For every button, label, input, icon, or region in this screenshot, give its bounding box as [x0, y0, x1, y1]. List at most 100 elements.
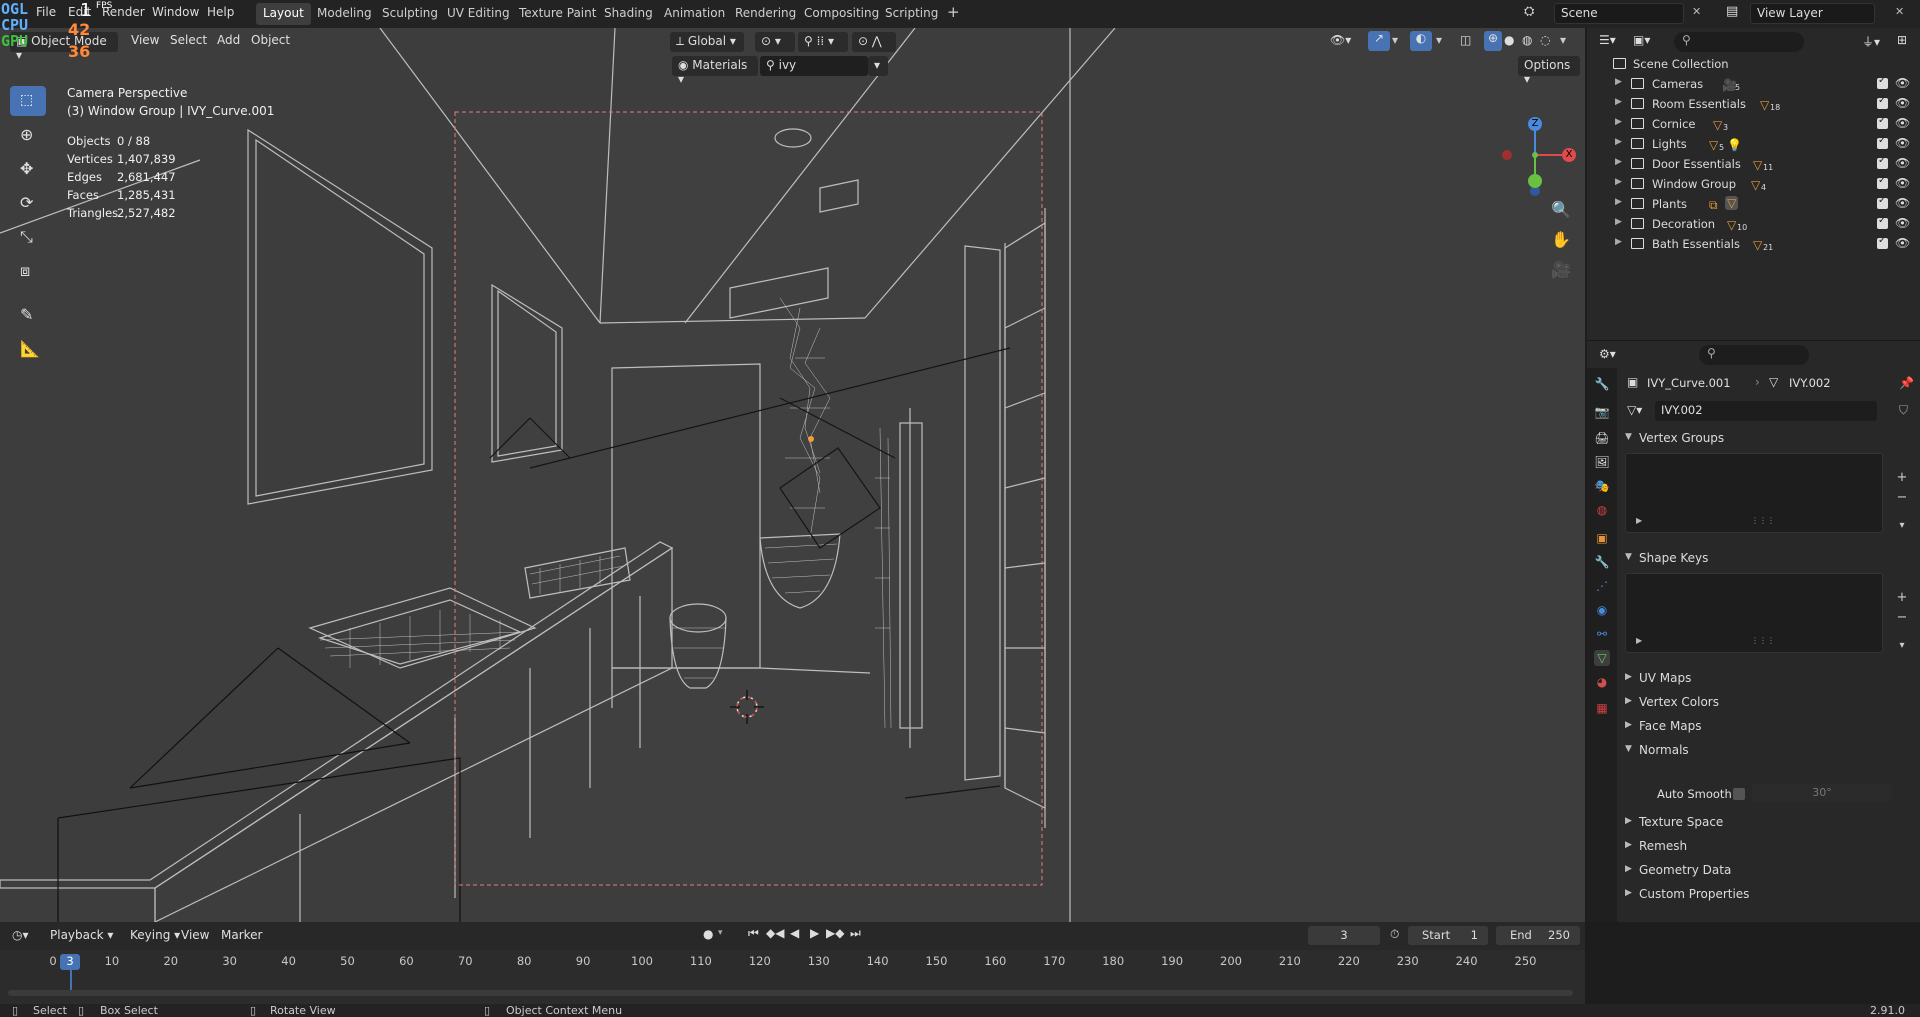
material-tab-icon[interactable]: ◕ — [1594, 674, 1610, 690]
visibility-eye-icon[interactable]: 👁 — [1895, 176, 1910, 190]
visibility-eye-icon[interactable]: 👁 — [1895, 116, 1910, 130]
preview-range-icon[interactable]: ⏱ — [1390, 927, 1399, 942]
visibility-eye-icon[interactable]: 👁 — [1895, 136, 1910, 150]
collection-row-plants[interactable]: ▶ Plants ⧉ ▽ 👁 — [1587, 194, 1920, 214]
collection-row-decoration[interactable]: ▶ Decoration ▽10 👁 — [1587, 214, 1920, 234]
shape-keys-panel-header[interactable]: ▼ Shape Keys — [1619, 548, 1915, 570]
exclude-checkbox[interactable] — [1877, 95, 1888, 109]
expand-icon[interactable]: ▶ — [1615, 97, 1622, 107]
options-button[interactable]: Options ▾ — [1518, 56, 1580, 86]
mesh-browse-icon[interactable]: ▽▾ — [1627, 403, 1642, 417]
collection-row-room-essentials[interactable]: ▶ Room Essentials ▽18 👁 — [1587, 94, 1920, 114]
timeline-view-menu[interactable]: View — [181, 928, 209, 942]
vertex-groups-list[interactable]: ▶ ⋮⋮⋮ — [1625, 453, 1883, 533]
fake-user-shield-icon[interactable]: ⛉ — [1899, 403, 1908, 418]
geometry-data-panel-header[interactable]: ▶ Geometry Data — [1619, 860, 1915, 882]
tool-tab-icon[interactable]: 🔧 — [1594, 376, 1610, 392]
vertex-colors-panel-header[interactable]: ▶ Vertex Colors — [1619, 692, 1915, 714]
timeline-editor-type-icon[interactable]: ◷▾ — [12, 928, 29, 942]
scene-collection-row[interactable]: Scene Collection — [1587, 54, 1920, 74]
visibility-eye-icon[interactable]: 👁 — [1895, 196, 1910, 210]
visibility-eye-icon[interactable]: 👁 — [1895, 236, 1910, 250]
next-keyframe-icon[interactable]: ▶◆ — [826, 926, 844, 940]
current-frame-field[interactable]: 3 — [1308, 926, 1380, 945]
collection-row-bath-essentials[interactable]: ▶ Bath Essentials ▽21 👁 — [1587, 234, 1920, 254]
pin-icon[interactable]: 📌 — [1899, 376, 1914, 390]
outliner-search-input[interactable]: ⚲ — [1674, 32, 1804, 52]
transform-tool[interactable]: ⧈ — [10, 256, 46, 286]
menu-window[interactable]: Window — [152, 5, 199, 19]
output-tab-icon[interactable]: 🖨 — [1594, 430, 1610, 446]
particles-tab-icon[interactable]: ⋰ — [1594, 578, 1610, 594]
list-resize-handle[interactable]: ⋮⋮⋮ — [1751, 516, 1775, 525]
annotate-tool[interactable]: ✎ — [10, 300, 46, 330]
record-dropdown[interactable]: ▾ — [718, 928, 723, 938]
3d-viewport[interactable]: ▣ Object Mode ▾ View Select Add Object ⟂… — [0, 28, 1585, 922]
tab-sculpting[interactable]: Sculpting — [375, 3, 445, 25]
exclude-checkbox[interactable] — [1877, 195, 1888, 209]
tab-modeling[interactable]: Modeling — [310, 3, 379, 25]
zoom-icon[interactable]: 🔍 — [1551, 200, 1571, 219]
scene-icon[interactable]: ⛭ — [1524, 4, 1534, 19]
jump-start-icon[interactable]: ⏮ — [748, 926, 759, 941]
filter-icon[interactable]: ⏚▾ — [1862, 33, 1880, 50]
scene-close-icon[interactable]: ✕ — [1692, 5, 1701, 18]
viewport-menu-add[interactable]: Add — [217, 33, 240, 52]
physics-tab-icon[interactable]: ◉ — [1594, 602, 1610, 618]
view-layer-close-icon[interactable]: ✕ — [1895, 5, 1904, 18]
exclude-checkbox[interactable] — [1877, 235, 1888, 249]
list-expand-icon[interactable]: ▶ — [1636, 516, 1642, 525]
play-reverse-icon[interactable]: ◀ — [790, 926, 799, 940]
search-dropdown[interactable]: ▾ — [868, 56, 888, 76]
gizmo-toggle-icon[interactable]: ↗ — [1368, 31, 1390, 51]
expand-icon[interactable]: ▶ — [1615, 77, 1622, 87]
expand-icon[interactable]: ▶ — [1615, 177, 1622, 187]
viewport-search-input[interactable]: ⚲ ivy — [760, 56, 868, 76]
tab-shading[interactable]: Shading — [597, 3, 660, 25]
scene-tab-icon[interactable]: 🎭 — [1594, 478, 1610, 494]
viewport-menu-select[interactable]: Select — [170, 33, 207, 52]
pivot-point-button[interactable]: ⊙ ▾ — [755, 32, 795, 52]
overlay-dropdown[interactable]: ▾ — [1436, 33, 1442, 47]
scale-tool[interactable]: ⤡ — [10, 222, 46, 252]
xray-toggle-icon[interactable]: ◫ — [1460, 33, 1471, 47]
camera-view-icon[interactable]: 🎥 — [1551, 260, 1571, 279]
shape-keys-list[interactable]: ▶ ⋮⋮⋮ — [1625, 573, 1883, 653]
tab-texture-paint[interactable]: Texture Paint — [512, 3, 603, 25]
tab-layout[interactable]: Layout — [256, 3, 311, 25]
tab-rendering[interactable]: Rendering — [728, 3, 803, 25]
world-tab-icon[interactable]: ◍ — [1594, 502, 1610, 518]
tab-scripting[interactable]: Scripting — [878, 3, 945, 25]
tab-compositing[interactable]: Compositing — [797, 3, 886, 25]
jump-end-icon[interactable]: ⏭ — [850, 926, 861, 941]
add-vertex-group-button[interactable]: + — [1894, 470, 1910, 486]
select-box-tool[interactable]: ⬚ — [10, 86, 46, 116]
transform-orientation[interactable]: ⟂ Global ▾ — [670, 32, 744, 52]
viewport-menu-object[interactable]: Object — [251, 33, 290, 52]
exclude-checkbox[interactable] — [1877, 155, 1888, 169]
proportional-edit-button[interactable]: ⊙ ⋀ — [852, 32, 896, 52]
exclude-checkbox[interactable] — [1877, 115, 1888, 129]
start-frame-field[interactable]: Start 1 — [1408, 926, 1488, 945]
collection-row-cameras[interactable]: ▶ Cameras 🎥5 👁 — [1587, 74, 1920, 94]
prev-keyframe-icon[interactable]: ◆◀ — [766, 926, 784, 940]
visibility-eye-icon[interactable]: 👁 — [1895, 76, 1910, 90]
collection-row-door-essentials[interactable]: ▶ Door Essentials ▽11 👁 — [1587, 154, 1920, 174]
tab-animation[interactable]: Animation — [657, 3, 732, 25]
texture-space-panel-header[interactable]: ▶ Texture Space — [1619, 812, 1915, 834]
visibility-eye-icon[interactable]: 👁 — [1895, 216, 1910, 230]
collection-row-lights[interactable]: ▶ Lights ▽5 💡 👁 — [1587, 134, 1920, 154]
collection-row-window-group[interactable]: ▶ Window Group ▽4 👁 — [1587, 174, 1920, 194]
add-shape-key-button[interactable]: + — [1894, 590, 1910, 606]
exclude-checkbox[interactable] — [1877, 135, 1888, 149]
viewport-menu-view[interactable]: View — [131, 33, 159, 52]
list-expand-icon[interactable]: ▶ — [1636, 636, 1642, 645]
constraints-tab-icon[interactable]: ⚯ — [1594, 626, 1610, 642]
object-tab-icon[interactable]: ▣ — [1594, 530, 1610, 546]
wireframe-shading-icon[interactable]: ⊕ — [1484, 31, 1502, 51]
expand-icon[interactable]: ▶ — [1615, 197, 1622, 207]
gizmo-x-axis[interactable]: X — [1562, 148, 1576, 162]
playback-menu[interactable]: Playback ▾ — [50, 928, 113, 942]
expand-icon[interactable]: ▶ — [1615, 137, 1622, 147]
exclude-checkbox[interactable] — [1877, 75, 1888, 89]
